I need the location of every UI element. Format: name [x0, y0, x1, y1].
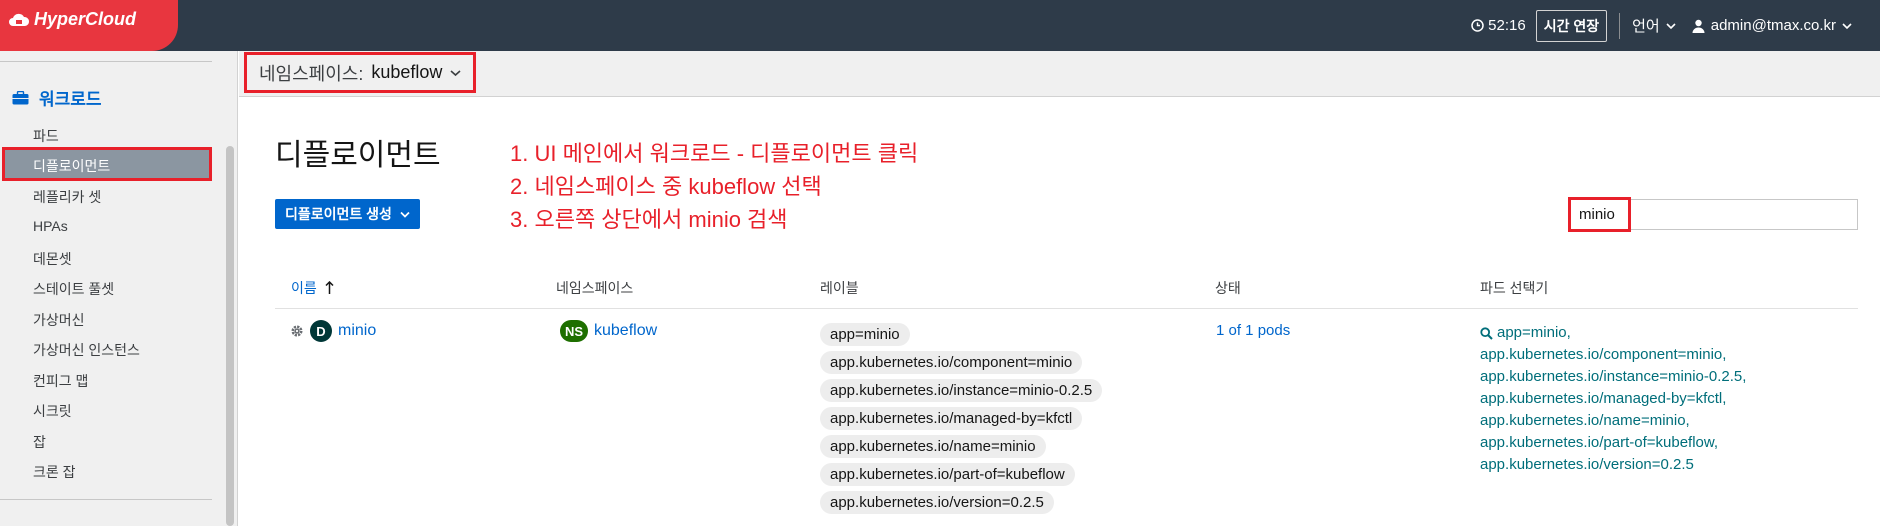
sort-ascending-icon	[325, 281, 334, 294]
language-label: 언어	[1632, 18, 1660, 35]
namespace-badge: NS	[560, 320, 588, 342]
namespace-dropdown[interactable]: 네임스페이스: kubeflow	[244, 52, 477, 93]
table-header-divider	[275, 308, 1858, 309]
selector-line: app=minio,	[1497, 324, 1571, 341]
create-deployment-button[interactable]: 디플로이먼트 생성	[275, 199, 420, 229]
gear-icon[interactable]	[290, 324, 304, 338]
label-chip[interactable]: app.kubernetes.io/version=0.2.5	[820, 491, 1054, 514]
search-value[interactable]: minio	[1568, 197, 1631, 232]
sidebar-section-title: 워크로드	[39, 90, 102, 109]
selector-line: app.kubernetes.io/component=minio,	[1480, 346, 1727, 363]
chevron-down-icon	[1666, 22, 1676, 29]
language-menu[interactable]: 언어	[1632, 15, 1676, 36]
sidebar-item-pods[interactable]: 파드	[33, 126, 59, 146]
label-chip[interactable]: app.kubernetes.io/managed-by=kfctl	[820, 407, 1083, 430]
sidebar-item-cronjobs[interactable]: 크론 잡	[33, 462, 76, 482]
selector-line: app.kubernetes.io/name=minio,	[1480, 412, 1690, 429]
user-menu[interactable]: admin@tmax.co.kr	[1692, 17, 1852, 34]
header-divider	[1619, 12, 1621, 39]
column-header-labels[interactable]: 레이블	[820, 278, 859, 298]
user-email: admin@tmax.co.kr	[1710, 17, 1836, 34]
selector-line: app.kubernetes.io/part-of=kubeflow,	[1480, 434, 1719, 451]
table-row-namespace-cell: NS kubeflow	[560, 320, 657, 342]
extend-session-button[interactable]: 시간 연장	[1535, 9, 1608, 42]
chevron-down-icon	[1842, 22, 1852, 29]
namespace-value: kubeflow	[371, 62, 443, 82]
sidebar-scrollbar[interactable]	[226, 146, 234, 526]
sidebar-item-statefulsets[interactable]: 스테이트 풀셋	[33, 279, 114, 299]
cloud-logo-icon	[9, 13, 30, 26]
sidebar-item-hpas[interactable]: HPAs	[33, 218, 68, 234]
sidebar-item-deployments[interactable]: 디플로이먼트	[2, 147, 212, 181]
brand-name: HyperCloud	[34, 9, 137, 29]
pod-selector-link[interactable]: app=minio, app.kubernetes.io/component=m…	[1480, 322, 1746, 476]
label-chip[interactable]: app.kubernetes.io/part-of=kubeflow	[820, 463, 1075, 486]
sidebar-item-secrets[interactable]: 시크릿	[33, 401, 72, 421]
annotation-step-1: 1. UI 메인에서 워크로드 - 디플로이먼트 클릭	[510, 141, 919, 166]
user-icon	[1692, 19, 1705, 33]
sidebar-item-virtual-machines[interactable]: 가상머신	[33, 310, 85, 330]
column-header-label: 이름	[291, 280, 317, 296]
chevron-down-icon	[450, 69, 461, 76]
sidebar-divider	[0, 61, 212, 62]
column-header-pod-selector[interactable]: 파드 선택기	[1480, 278, 1548, 298]
labels-list: app=minio app.kubernetes.io/component=mi…	[820, 323, 1103, 514]
annotation-step-2: 2. 네임스페이스 중 kubeflow 선택	[510, 174, 822, 199]
status-link[interactable]: 1 of 1 pods	[1216, 322, 1290, 339]
table-row-name-cell: D minio	[290, 320, 376, 342]
label-chip[interactable]: app.kubernetes.io/instance=minio-0.2.5	[820, 379, 1103, 402]
selector-line: app.kubernetes.io/version=0.2.5	[1480, 456, 1694, 473]
column-header-status[interactable]: 상태	[1215, 278, 1241, 298]
sidebar-item-vm-instances[interactable]: 가상머신 인스턴스	[33, 340, 140, 360]
deployment-name-link[interactable]: minio	[338, 322, 376, 340]
timer-text: 52:16	[1488, 17, 1526, 34]
label-chip[interactable]: app.kubernetes.io/name=minio	[820, 435, 1046, 458]
briefcase-icon	[12, 90, 29, 104]
sidebar-section-workload[interactable]: 워크로드	[12, 85, 102, 110]
sidebar-item-replicasets[interactable]: 레플리카 셋	[33, 187, 101, 207]
logo[interactable]: HyperCloud	[8, 9, 136, 30]
brand-area[interactable]: HyperCloud	[0, 0, 178, 51]
selector-line: app.kubernetes.io/managed-by=kfctl,	[1480, 390, 1727, 407]
column-header-name[interactable]: 이름	[291, 278, 334, 298]
masthead: HyperCloud 52:16 시간 연장 언어 admin@tmax.co.…	[0, 0, 1880, 51]
clock-icon	[1471, 19, 1484, 32]
search-icon	[1480, 326, 1493, 340]
label-chip[interactable]: app=minio	[820, 323, 910, 346]
sidebar-item-configmaps[interactable]: 컨피그 맵	[33, 371, 88, 391]
sidebar: 워크로드 파드 디플로이먼트 레플리카 셋 HPAs 데몬셋 스테이트 풀셋 가…	[0, 51, 238, 526]
page-title: 디플로이먼트	[275, 139, 441, 172]
create-button-label: 디플로이먼트 생성	[285, 206, 392, 222]
session-timer: 52:16	[1471, 17, 1526, 34]
sidebar-item-jobs[interactable]: 잡	[33, 432, 46, 452]
deployment-badge: D	[310, 320, 332, 342]
sidebar-divider	[0, 499, 212, 500]
namespace-link[interactable]: kubeflow	[594, 322, 657, 340]
annotation-step-3: 3. 오른쪽 상단에서 minio 검색	[510, 207, 788, 232]
selector-line: app.kubernetes.io/instance=minio-0.2.5,	[1480, 368, 1747, 385]
namespace-bar: 네임스페이스: kubeflow	[239, 51, 1880, 97]
namespace-label: 네임스페이스:	[259, 63, 364, 84]
column-header-namespace[interactable]: 네임스페이스	[556, 278, 633, 298]
label-chip[interactable]: app.kubernetes.io/component=minio	[820, 351, 1083, 374]
chevron-down-icon	[400, 211, 410, 218]
sidebar-item-label: 디플로이먼트	[33, 158, 111, 174]
sidebar-item-daemonsets[interactable]: 데몬셋	[33, 249, 72, 269]
